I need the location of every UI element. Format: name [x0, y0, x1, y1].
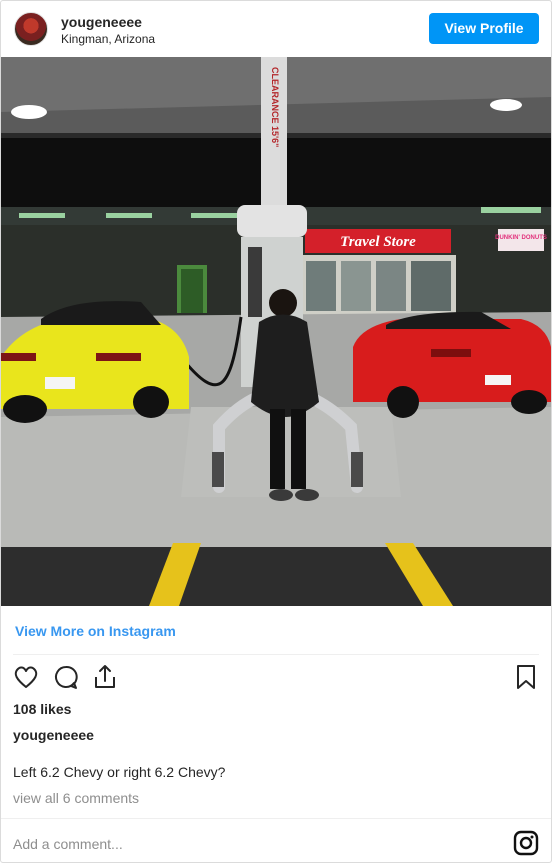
share-icon[interactable] [91, 663, 119, 691]
post-caption: Left 6.2 Chevy or right 6.2 Chevy? [13, 764, 226, 780]
instagram-embed-card: yougeneeee Kingman, Arizona View Profile [0, 0, 552, 863]
post-header: yougeneeee Kingman, Arizona View Profile [1, 1, 551, 57]
clearance-sign-text: CLEARANCE 15'6" [270, 67, 280, 147]
donut-sign-text: DUNKIN' DONUTS [495, 235, 547, 241]
view-more-link[interactable]: View More on Instagram [15, 623, 176, 639]
header-username[interactable]: yougeneeee [61, 14, 142, 30]
gas-station-scene: Travel Store DUNKIN' DONUTS CLEARANCE 15… [1, 57, 551, 606]
avatar[interactable] [14, 12, 48, 46]
view-comments-link[interactable]: view all 6 comments [13, 790, 139, 806]
divider [1, 818, 551, 819]
post-photo[interactable]: Travel Store DUNKIN' DONUTS CLEARANCE 15… [1, 57, 551, 606]
instagram-icon[interactable] [513, 830, 539, 856]
comment-icon[interactable] [52, 663, 80, 691]
like-count[interactable]: 108 likes [13, 701, 71, 717]
comment-field[interactable]: Add a comment... [13, 836, 123, 852]
header-location[interactable]: Kingman, Arizona [61, 32, 155, 46]
bookmark-icon[interactable] [512, 663, 540, 691]
post-username[interactable]: yougeneeee [13, 727, 94, 743]
heart-icon[interactable] [12, 663, 40, 691]
store-sign-text: Travel Store [340, 234, 416, 250]
divider [13, 654, 539, 655]
view-profile-button[interactable]: View Profile [429, 13, 539, 44]
